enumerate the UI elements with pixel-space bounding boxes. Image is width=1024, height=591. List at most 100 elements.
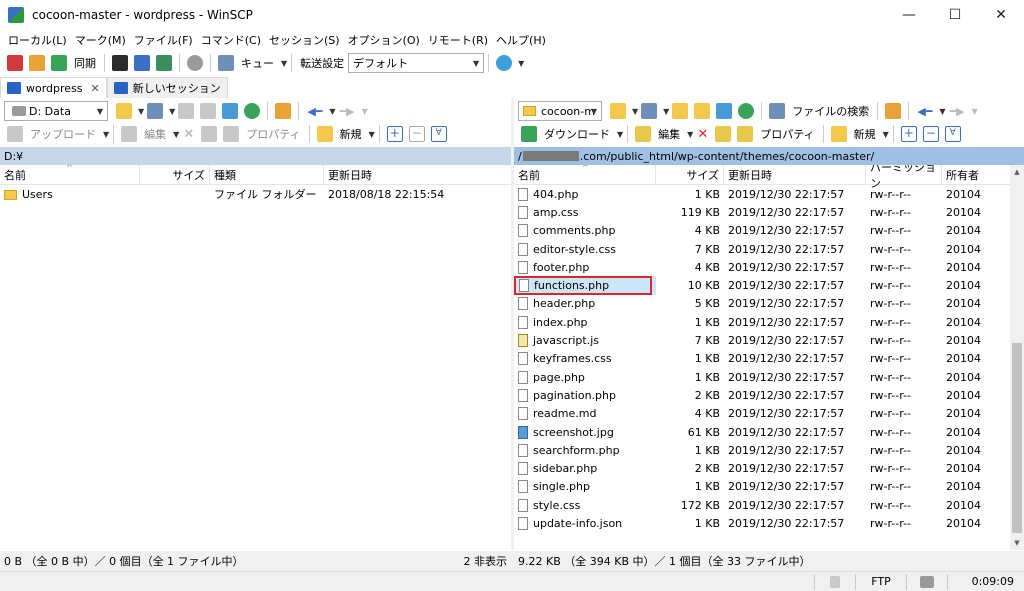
putty-icon[interactable] [134, 55, 150, 71]
queue-button[interactable]: キュー [241, 55, 274, 71]
synchronize-browsing-icon[interactable] [29, 55, 45, 71]
invert-selection-icon[interactable]: ∀ [430, 126, 447, 142]
col-size[interactable]: サイズ [140, 165, 210, 185]
col-owner[interactable]: 所有者 [942, 165, 1010, 185]
table-row[interactable]: editor-style.css 7 KB 2019/12/30 22:17:57 r… [514, 240, 1010, 258]
table-row[interactable]: page.php 1 KB 2019/12/30 22:17:57 rw-r--r--… [514, 368, 1010, 386]
new-folder-icon[interactable] [316, 126, 333, 142]
forward-dropdown-icon[interactable]: ▼ [362, 107, 368, 116]
edit-dropdown-icon[interactable]: ▼ [687, 130, 693, 139]
back-dropdown-icon[interactable]: ▼ [329, 107, 335, 116]
forward-dropdown-icon[interactable]: ▼ [972, 107, 978, 116]
edit-icon[interactable] [121, 126, 138, 142]
col-modified[interactable]: 更新日時 [324, 165, 510, 185]
local-drive-select[interactable]: D: Data ▼ [4, 101, 108, 121]
back-dropdown-icon[interactable]: ▼ [939, 107, 945, 116]
download-dropdown-icon[interactable]: ▼ [617, 130, 623, 139]
properties-icon[interactable] [223, 126, 240, 142]
table-row[interactable]: screenshot.jpg 61 KB 2019/12/30 22:17:57 rw… [514, 423, 1010, 441]
filter-dropdown-icon[interactable]: ▼ [169, 107, 175, 116]
upload-button[interactable]: アップロード [30, 126, 96, 142]
edit-dropdown-icon[interactable]: ▼ [173, 130, 179, 139]
local-path-bar[interactable]: D:¥ [0, 147, 511, 165]
edit-button[interactable]: 編集 [658, 126, 680, 142]
table-row[interactable]: index.php 1 KB 2019/12/30 22:17:57 rw-r--r-… [514, 313, 1010, 331]
maximize-button[interactable]: ☐ [932, 0, 978, 30]
deselect-icon[interactable]: − [408, 126, 425, 142]
sessions-icon[interactable] [156, 55, 172, 71]
new-dropdown-icon[interactable]: ▼ [369, 130, 375, 139]
open-folder-icon[interactable] [610, 103, 626, 119]
table-row[interactable]: searchform.php 1 KB 2019/12/30 22:17:57 rw-… [514, 441, 1010, 459]
table-row[interactable]: Users ファイル フォルダー 2018/08/18 22:15:54 [0, 185, 511, 203]
col-size[interactable]: サイズ [656, 165, 724, 185]
globe-dropdown-icon[interactable]: ▼ [518, 59, 524, 68]
table-row[interactable]: update-info.json 1 KB 2019/12/30 22:17:57 r… [514, 514, 1010, 532]
properties-button[interactable]: プロパティ [246, 126, 300, 142]
table-row[interactable]: header.php 5 KB 2019/12/30 22:17:57 rw-r--r… [514, 295, 1010, 313]
menu-file[interactable]: ファイル(F) [130, 32, 197, 48]
table-row[interactable]: single.php 1 KB 2019/12/30 22:17:57 rw-r--r… [514, 478, 1010, 496]
remote-folder-select[interactable]: cocoon-m ▼ [518, 101, 602, 121]
menu-options[interactable]: オプション(O) [344, 32, 424, 48]
rename-icon[interactable] [201, 126, 218, 142]
properties-icon[interactable] [737, 126, 754, 142]
sync-button[interactable]: 同期 [74, 55, 96, 71]
upload-dropdown-icon[interactable]: ▼ [103, 130, 109, 139]
home-icon[interactable] [716, 103, 733, 119]
transfer-preset-select[interactable]: デフォルト ▼ [348, 53, 485, 73]
col-modified[interactable]: 更新日時 [724, 165, 866, 185]
scroll-up-icon[interactable]: ▲ [1010, 165, 1024, 179]
minimize-button[interactable]: — [886, 0, 932, 30]
invert-selection-icon[interactable]: ∀ [944, 126, 961, 142]
table-row[interactable]: functions.php 10 KB 2019/12/30 22:17:57 rw-… [514, 276, 1010, 296]
menu-remote[interactable]: リモート(R) [424, 32, 492, 48]
queue-dropdown-icon[interactable]: ▼ [281, 59, 287, 68]
new-button[interactable]: 新規 [854, 126, 876, 142]
new-button[interactable]: 新規 [340, 126, 362, 142]
scroll-thumb[interactable] [1012, 343, 1022, 533]
menu-help[interactable]: ヘルプ(H) [492, 32, 550, 48]
download-icon[interactable] [521, 126, 537, 142]
table-row[interactable]: amp.css 119 KB 2019/12/30 22:17:57 rw-r--r-… [514, 203, 1010, 221]
tree-icon[interactable] [885, 103, 902, 119]
menu-mark[interactable]: マーク(M) [71, 32, 130, 48]
menu-local[interactable]: ローカル(L) [4, 32, 71, 48]
rename-icon[interactable] [715, 126, 732, 142]
open-folder-icon[interactable] [116, 103, 132, 119]
select-all-icon[interactable]: + [386, 126, 403, 142]
edit-button[interactable]: 編集 [144, 126, 166, 142]
forward-arrow-icon[interactable]: ━▶ [340, 105, 355, 118]
parent-dir-icon[interactable] [178, 103, 195, 119]
root-dir-icon[interactable] [200, 103, 217, 119]
table-row[interactable]: readme.md 4 KB 2019/12/30 22:17:57 rw-r--r-… [514, 405, 1010, 423]
home-icon[interactable] [222, 103, 239, 119]
filter-icon[interactable] [147, 103, 164, 119]
table-row[interactable]: sidebar.php 2 KB 2019/12/30 22:17:57 rw-r--… [514, 459, 1010, 477]
back-arrow-icon[interactable]: ◀━ [307, 105, 322, 118]
edit-icon[interactable] [635, 126, 652, 142]
filter-icon[interactable] [641, 103, 658, 119]
terminal-icon[interactable] [112, 55, 128, 71]
table-row[interactable]: comments.php 4 KB 2019/12/30 22:17:57 rw-r-… [514, 222, 1010, 240]
upload-icon[interactable] [7, 126, 23, 142]
queue-icon[interactable] [218, 55, 234, 71]
refresh-icon[interactable] [244, 103, 261, 119]
menu-command[interactable]: コマンド(C) [197, 32, 265, 48]
refresh-icon[interactable] [738, 103, 755, 119]
back-arrow-icon[interactable]: ◀━ [917, 105, 932, 118]
table-row[interactable]: footer.php 4 KB 2019/12/30 22:17:57 rw-r--r… [514, 258, 1010, 276]
find-files-button[interactable]: ファイルの検索 [792, 103, 869, 119]
remote-scrollbar[interactable]: ▲ ▼ [1010, 165, 1024, 550]
close-window-button[interactable]: ✕ [978, 0, 1024, 30]
table-row[interactable]: style.css 172 KB 2019/12/30 22:17:57 rw-r--… [514, 496, 1010, 514]
scroll-down-icon[interactable]: ▼ [1010, 536, 1024, 550]
table-row[interactable]: javascript.js 7 KB 2019/12/30 22:17:57 rw-r… [514, 331, 1010, 349]
open-folder-dropdown-icon[interactable]: ▼ [138, 107, 144, 116]
tab-wordpress[interactable]: wordpress ✕ [0, 77, 107, 98]
delete-icon[interactable]: ✕ [183, 127, 194, 142]
properties-button[interactable]: プロパティ [760, 126, 814, 142]
table-row[interactable]: keyframes.css 1 KB 2019/12/30 22:17:57 rw-r… [514, 350, 1010, 368]
close-tab-icon[interactable]: ✕ [91, 82, 100, 95]
col-type[interactable]: 種類 [210, 165, 324, 185]
